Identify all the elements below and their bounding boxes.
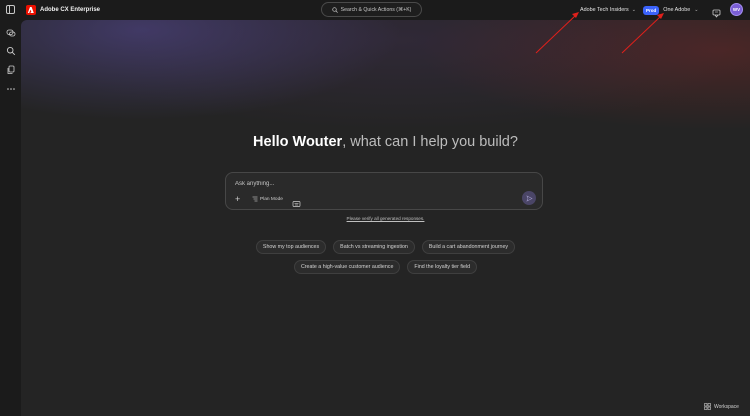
brand[interactable]: Adobe CX Enterprise [26, 4, 100, 16]
send-button[interactable] [522, 191, 536, 205]
search-icon[interactable] [5, 45, 16, 56]
more-icon[interactable] [5, 83, 16, 94]
suggestion-chip[interactable]: Create a high-value customer audience [293, 260, 401, 274]
grid-icon [704, 403, 711, 410]
workspace-label: Workspace [714, 403, 739, 410]
plan-mode-button[interactable]: Plan Mode [252, 195, 283, 203]
verify-disclaimer[interactable]: Please verify all generated responses. [21, 216, 750, 221]
send-icon [525, 194, 533, 202]
main-panel: Hello Wouter, what can I help you build?… [21, 20, 750, 416]
chevron-down-icon: ⌄ [694, 7, 699, 13]
search-icon [331, 6, 338, 13]
files-icon[interactable] [5, 64, 16, 75]
notifications-icon[interactable] [712, 5, 721, 18]
sandbox-switcher[interactable]: Prod One Adobe ⌄ [643, 4, 698, 16]
app-name: Adobe CX Enterprise [40, 7, 101, 13]
suggestions-row-1: Show my top audiences Batch vs streaming… [21, 240, 750, 254]
workspace-button[interactable]: Workspace [704, 402, 739, 411]
page-title: Hello Wouter, what can I help you build? [21, 134, 750, 150]
avatar[interactable]: WV [730, 3, 743, 16]
panel-toggle-icon[interactable] [6, 5, 15, 14]
search-placeholder: Search & Quick Actions (⌘+K) [340, 6, 412, 13]
prompt-box: + Plan Mode [225, 172, 543, 210]
chevron-down-icon: ⌄ [631, 7, 636, 13]
suggestion-chip[interactable]: Show my top audiences [255, 240, 327, 254]
sandbox-name: One Adobe [663, 7, 691, 13]
prompt-input[interactable] [235, 179, 515, 189]
suggestion-chip[interactable]: Find the loyalty tier field [407, 260, 478, 274]
suggestion-chip[interactable]: Build a cart abandonment journey [421, 240, 516, 254]
plan-list-icon [252, 196, 258, 202]
keyboard-icon[interactable] [292, 195, 301, 207]
org-switcher[interactable]: Adobe Tech Insiders ⌄ [580, 5, 636, 15]
top-bar: Adobe CX Enterprise Search & Quick Actio… [0, 0, 750, 20]
search-input[interactable]: Search & Quick Actions (⌘+K) [321, 2, 422, 17]
env-badge: Prod [643, 5, 660, 15]
greeting-name: Hello Wouter [253, 134, 343, 150]
suggestions-row-2: Create a high-value customer audience Fi… [21, 260, 750, 274]
header-glow [21, 20, 750, 150]
add-attachment-icon[interactable]: + [235, 195, 243, 204]
left-rail [0, 20, 21, 416]
greeting-rest: , what can I help you build? [342, 134, 518, 150]
chat-bubbles-icon[interactable] [5, 27, 16, 38]
plan-mode-label: Plan Mode [260, 196, 283, 202]
suggestion-chip[interactable]: Batch vs streaming ingestion [333, 240, 415, 254]
adobe-logo-icon [26, 5, 36, 15]
org-name: Adobe Tech Insiders [580, 7, 629, 13]
